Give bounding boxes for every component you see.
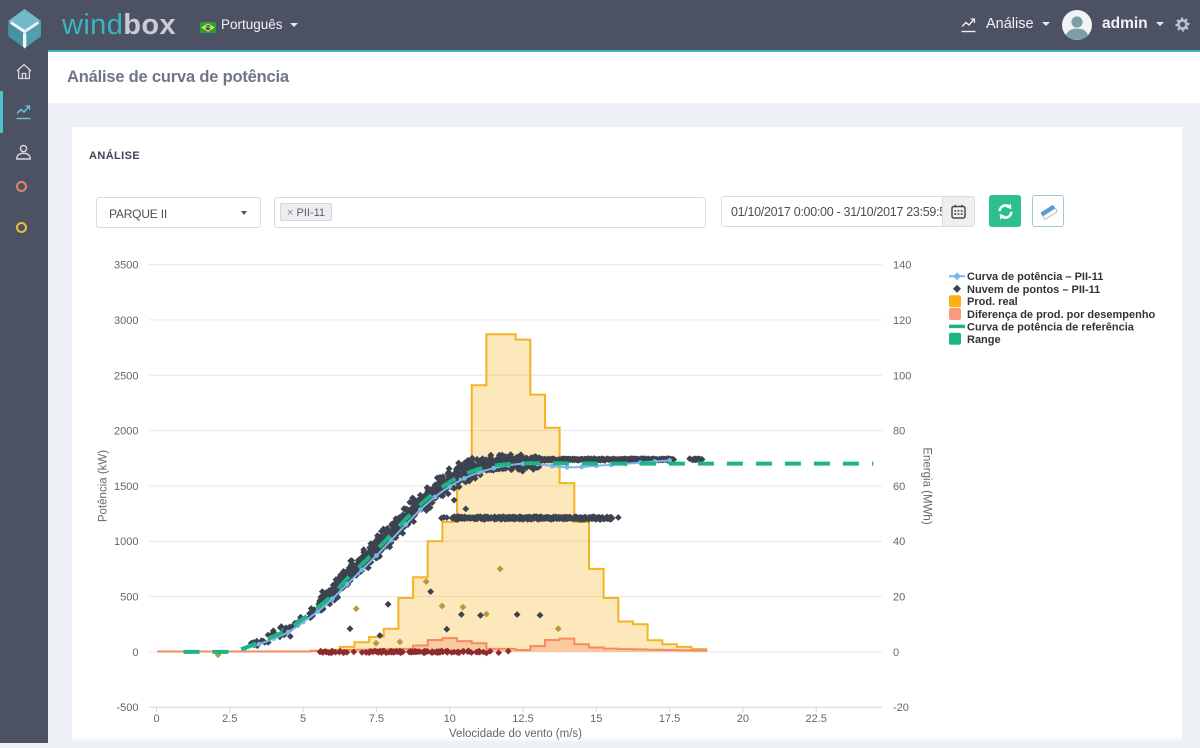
svg-text:12.5: 12.5 xyxy=(512,713,533,725)
svg-text:17.5: 17.5 xyxy=(659,713,680,725)
svg-text:0: 0 xyxy=(132,647,138,659)
svg-text:40: 40 xyxy=(893,536,905,548)
svg-text:7.5: 7.5 xyxy=(369,713,384,725)
svg-text:22.5: 22.5 xyxy=(805,713,826,725)
svg-text:-500: -500 xyxy=(116,702,138,714)
svg-text:0: 0 xyxy=(893,647,899,659)
svg-text:Range: Range xyxy=(967,334,1001,346)
svg-text:Potência (kW): Potência (kW) xyxy=(98,450,110,522)
svg-text:3500: 3500 xyxy=(114,260,138,272)
svg-text:Velocidade do vento (m/s): Velocidade do vento (m/s) xyxy=(449,728,582,740)
svg-text:Prod. real: Prod. real xyxy=(967,296,1018,308)
svg-text:500: 500 xyxy=(120,592,138,604)
svg-text:0: 0 xyxy=(153,713,159,725)
svg-text:Curva de potência de referênci: Curva de potência de referência xyxy=(967,321,1135,333)
svg-text:60: 60 xyxy=(893,481,905,493)
svg-text:Energia (MWh): Energia (MWh) xyxy=(921,447,933,524)
svg-text:3000: 3000 xyxy=(114,315,138,327)
svg-text:100: 100 xyxy=(893,370,911,382)
svg-text:Diferença de prod. por desempe: Diferença de prod. por desempenho xyxy=(967,309,1156,321)
svg-text:120: 120 xyxy=(893,315,911,327)
svg-text:-20: -20 xyxy=(893,702,909,714)
svg-text:10: 10 xyxy=(444,713,456,725)
svg-text:1000: 1000 xyxy=(114,536,138,548)
svg-text:Curva de potência – PII-11: Curva de potência – PII-11 xyxy=(967,271,1103,283)
svg-text:5: 5 xyxy=(300,713,306,725)
svg-text:20: 20 xyxy=(893,592,905,604)
svg-text:1500: 1500 xyxy=(114,481,138,493)
svg-text:15: 15 xyxy=(590,713,602,725)
svg-text:Nuvem de pontos – PII-11: Nuvem de pontos – PII-11 xyxy=(967,284,1100,296)
svg-text:80: 80 xyxy=(893,426,905,438)
svg-text:140: 140 xyxy=(893,260,911,272)
svg-text:2.5: 2.5 xyxy=(222,713,237,725)
svg-text:2000: 2000 xyxy=(114,426,138,438)
svg-text:2500: 2500 xyxy=(114,370,138,382)
svg-text:20: 20 xyxy=(737,713,749,725)
